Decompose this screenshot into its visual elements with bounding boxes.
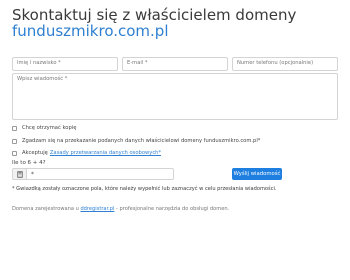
domain-name: funduszmikro.com.pl	[12, 22, 169, 40]
footer-prefix: Domena zarejestrowana u	[12, 206, 79, 212]
phone-field[interactable]: Numer telefonu (opcjonalnie)	[232, 57, 338, 71]
footer-text: Domena zarejestrowana u ddregistrar.pl -…	[12, 206, 229, 212]
footer-suffix: - profesjonalne narzędzia do obsługi dom…	[114, 206, 230, 212]
registrar-link[interactable]: ddregistrar.pl	[80, 206, 114, 212]
page-title: Skontaktuj się z właścicielem domeny	[12, 6, 297, 24]
privacy-option: Akceptuję Zasady przetwarzania danych os…	[12, 150, 161, 156]
message-textarea[interactable]: Wpisz wiadomość *	[12, 73, 338, 120]
consent-option: Zgadzam się na przekazanie podanych dany…	[12, 138, 260, 144]
calculator-icon	[13, 169, 27, 179]
captcha-value: *	[31, 170, 34, 178]
captcha-input[interactable]: *	[12, 168, 174, 180]
message-placeholder: Wpisz wiadomość *	[17, 76, 68, 82]
email-field[interactable]: E-mail *	[122, 57, 228, 71]
copy-checkbox[interactable]	[12, 125, 17, 131]
send-message-button[interactable]: Wyślij wiadomość	[232, 168, 282, 180]
consent-label: Zgadzam się na przekazanie podanych dany…	[22, 138, 261, 144]
accept-label: Akceptuję	[22, 150, 48, 156]
captcha-question: Ile to 6 + 4?	[12, 160, 46, 166]
copy-option: Chcę otrzymać kopię	[12, 125, 76, 131]
name-placeholder: Imię i nazwisko *	[17, 60, 61, 66]
name-field[interactable]: Imię i nazwisko *	[12, 57, 118, 71]
privacy-checkbox[interactable]	[12, 150, 17, 156]
email-placeholder: E-mail *	[127, 60, 148, 66]
phone-placeholder: Numer telefonu (opcjonalnie)	[237, 60, 314, 66]
required-fields-note: * Gwiazdką zostały oznaczone pola, które…	[12, 186, 277, 192]
copy-label: Chcę otrzymać kopię	[22, 125, 77, 131]
privacy-link[interactable]: Zasady przetwarzania danych osobowych*	[50, 150, 161, 156]
consent-checkbox[interactable]	[12, 138, 17, 144]
